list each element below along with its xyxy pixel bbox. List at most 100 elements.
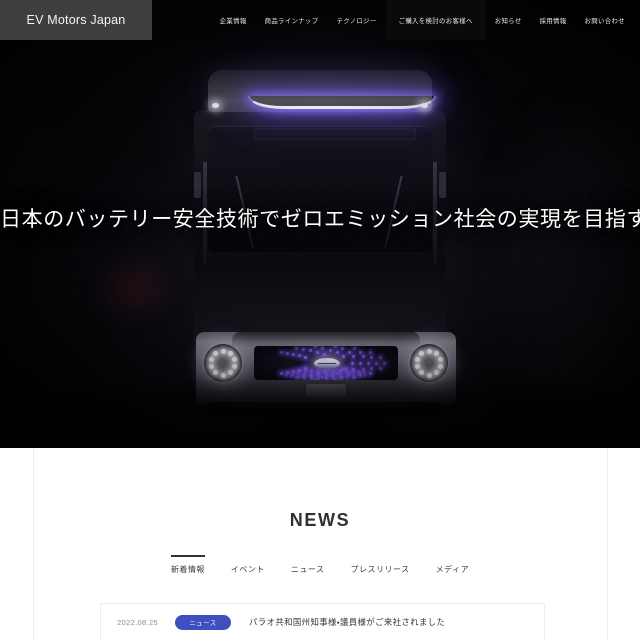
grille-led-dot bbox=[331, 378, 335, 380]
bus-wiper-right bbox=[384, 175, 403, 249]
bus-front-bumper bbox=[196, 332, 456, 404]
news-item-date: 2022.08.25 bbox=[117, 617, 159, 627]
news-section: NEWS 新着情報 イベント ニュース プレスリリース メディア 2022.08… bbox=[0, 448, 640, 640]
site-logo[interactable]: EV Motors Japan bbox=[0, 0, 152, 40]
headlight-led-dot bbox=[433, 350, 439, 356]
grille-led-dot bbox=[322, 352, 326, 356]
grille-led-dot bbox=[304, 355, 308, 359]
headlight-led-dot bbox=[419, 350, 425, 356]
headlight-core-right bbox=[422, 356, 436, 370]
grille-led-dot bbox=[334, 378, 338, 380]
news-item-title: パラオ共和国州知事様・議員様がご来社されました bbox=[249, 617, 446, 627]
news-list-item[interactable]: 2022.08.25 ニュース パラオ共和国州知事様・議員様がご来社されました bbox=[101, 604, 544, 640]
headlight-led-dot bbox=[426, 348, 432, 354]
grille-led-dot bbox=[321, 346, 325, 350]
grille-led-dot bbox=[290, 375, 294, 379]
headlight-led-dot bbox=[437, 356, 443, 362]
headlight-led-dot bbox=[213, 350, 219, 356]
grille-led-dot bbox=[374, 361, 378, 365]
grille-led-dot bbox=[342, 354, 346, 358]
headlight-led-dot bbox=[433, 370, 439, 376]
grille-led-dot bbox=[370, 355, 374, 359]
grille-led-dot bbox=[298, 354, 302, 358]
grille-led-dot bbox=[324, 378, 328, 380]
grille-led-dot bbox=[315, 350, 319, 354]
nav-item-company-info[interactable]: 企業情報 bbox=[211, 0, 256, 40]
headlight-led-dot bbox=[426, 372, 432, 378]
news-list: 2022.08.25 ニュース パラオ共和国州知事様・議員様がご来社されました bbox=[100, 603, 545, 640]
ambient-floor-glow-left bbox=[130, 418, 270, 444]
headlight-core-left bbox=[216, 356, 230, 370]
grille-led-dot bbox=[347, 350, 351, 354]
grille-led-dot bbox=[334, 346, 338, 348]
bus-license-plate bbox=[306, 384, 346, 397]
grille-led-dot bbox=[285, 351, 289, 355]
grille-led-dot bbox=[301, 348, 305, 352]
nav-item-product-lineup[interactable]: 商品ラインナップ bbox=[256, 0, 328, 40]
emblem-divider bbox=[318, 363, 336, 365]
main-navigation: 企業情報 商品ラインナップ テクノロジー ご購入を検討のお客様へ お知らせ 採用… bbox=[152, 0, 640, 40]
tab-event[interactable]: イベント bbox=[231, 555, 265, 575]
grille-led-dot bbox=[382, 361, 386, 365]
headlight-led-dot bbox=[227, 350, 233, 356]
grille-led-dot bbox=[353, 346, 357, 350]
bus-body bbox=[194, 110, 456, 416]
headlight-led-dot bbox=[231, 364, 237, 370]
ambient-floor-glow-right bbox=[370, 418, 510, 444]
bus-roof-marker-light-left bbox=[212, 103, 219, 108]
tab-media[interactable]: メディア bbox=[436, 555, 469, 575]
bus-wiper-left bbox=[235, 175, 254, 249]
bus-roof bbox=[208, 70, 436, 112]
grille-led-dot bbox=[378, 355, 382, 359]
grille-led-dot bbox=[364, 373, 368, 377]
nav-item-purchase-inquiry[interactable]: ご購入を検討のお客様へ bbox=[385, 0, 486, 40]
tab-press-release[interactable]: プレスリリース bbox=[351, 555, 410, 575]
grille-led-dot bbox=[303, 377, 307, 380]
tab-latest[interactable]: 新着情報 bbox=[170, 555, 205, 575]
headlight-led-dot bbox=[220, 348, 226, 354]
news-item-category-badge: ニュース bbox=[175, 614, 232, 630]
grille-led-dot bbox=[338, 377, 342, 380]
headlight-led-dot bbox=[231, 356, 237, 362]
news-category-tabs: 新着情報 イベント ニュース プレスリリース メディア bbox=[0, 555, 640, 575]
headlight-led-dot bbox=[227, 370, 233, 376]
nav-item-technology[interactable]: テクノロジー bbox=[328, 0, 386, 40]
grille-led-dot bbox=[336, 351, 340, 355]
nav-item-contact[interactable]: お問い合わせ bbox=[576, 0, 634, 40]
grille-led-dot bbox=[296, 376, 300, 380]
grille-led-dot bbox=[308, 349, 312, 353]
bus-grille bbox=[254, 346, 398, 380]
tab-news[interactable]: ニュース bbox=[291, 555, 325, 575]
grille-led-dot bbox=[366, 361, 370, 365]
headlight-led-dot bbox=[415, 356, 421, 362]
grille-led-dot bbox=[352, 355, 356, 359]
grille-led-dot bbox=[378, 367, 382, 371]
grille-led-dot bbox=[358, 361, 362, 365]
nav-item-recruit[interactable]: 採用情報 bbox=[531, 0, 576, 40]
bus-destination-sign bbox=[254, 128, 416, 140]
headlight-led-dot bbox=[220, 372, 226, 378]
bus-pillar-right bbox=[433, 162, 437, 264]
grille-led-dot bbox=[358, 350, 362, 354]
bus-mirror-right bbox=[439, 172, 446, 198]
grille-led-dot bbox=[292, 353, 296, 357]
bus-windshield bbox=[208, 126, 432, 252]
grille-led-dot bbox=[370, 367, 374, 371]
bus-headlight-right bbox=[410, 344, 448, 382]
grille-led-dot bbox=[295, 346, 299, 350]
headlight-led-dot bbox=[415, 364, 421, 370]
grille-led-dot bbox=[369, 372, 373, 376]
grille-led-dot bbox=[350, 361, 354, 365]
electric-bus-illustration bbox=[188, 70, 456, 416]
headlight-led-dot bbox=[209, 364, 215, 370]
nav-item-news[interactable]: お知らせ bbox=[486, 0, 531, 40]
hero-background-image bbox=[0, 0, 640, 448]
grille-led-dot bbox=[317, 378, 321, 380]
grille-led-dot bbox=[279, 372, 283, 376]
bus-emblem-logo bbox=[314, 358, 340, 369]
news-section-title: NEWS bbox=[289, 509, 351, 530]
bus-roof-marker-light-right bbox=[421, 103, 428, 108]
bus-pillar-left bbox=[203, 162, 207, 264]
grille-led-dot bbox=[314, 346, 318, 348]
grille-led-dot bbox=[358, 375, 362, 379]
